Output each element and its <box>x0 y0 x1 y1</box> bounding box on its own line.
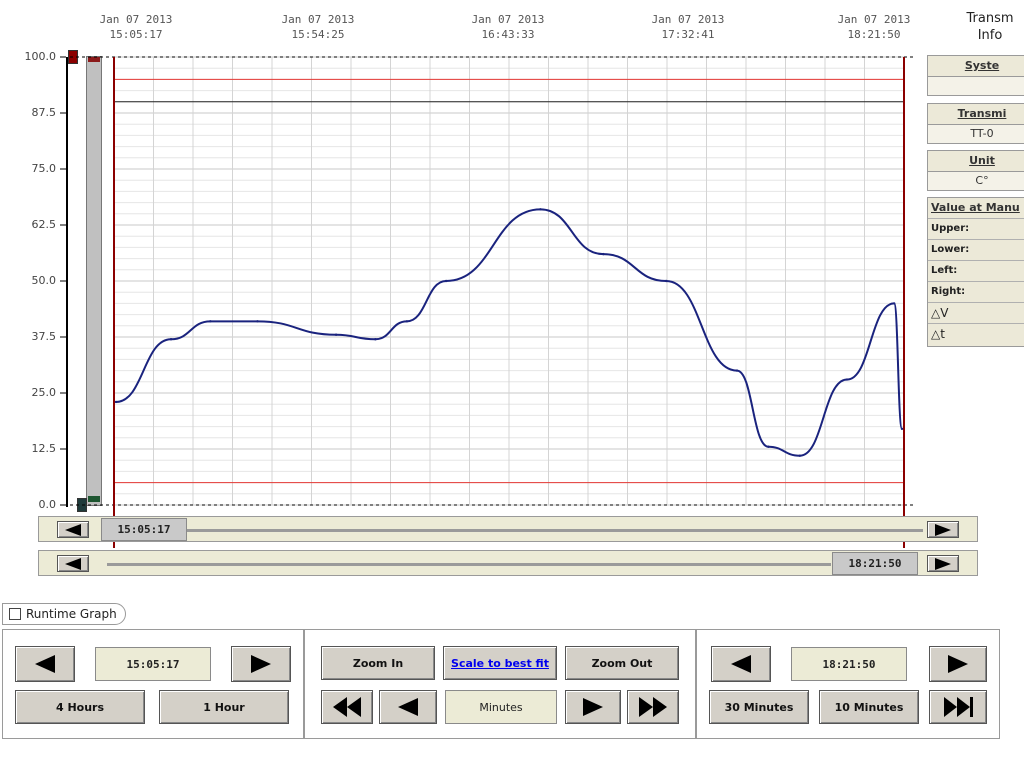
runtime-graph-checkbox[interactable] <box>9 608 21 620</box>
start-prev-button[interactable] <box>15 646 75 682</box>
end-time-field[interactable]: 18:21:50 <box>791 647 907 681</box>
fast-forward-button[interactable] <box>627 690 679 724</box>
end-next-button[interactable] <box>929 646 987 682</box>
fast-back-button[interactable] <box>321 690 373 724</box>
end-prev-button[interactable] <box>711 646 771 682</box>
upper-row: Upper: <box>928 218 1024 239</box>
arrow-left-icon <box>398 698 418 716</box>
system-value <box>928 76 1024 95</box>
arrow-left-icon <box>65 557 81 570</box>
series-point <box>405 320 409 323</box>
jump-to-end-button[interactable] <box>929 690 987 724</box>
series-point <box>767 445 770 448</box>
unit-value: C° <box>928 171 1024 190</box>
start-scroll-left-button[interactable] <box>57 521 89 538</box>
series-point <box>374 338 377 341</box>
manual-value-box: Value at Manu Upper: Lower: Left: Right:… <box>927 197 1024 347</box>
time-unit-field[interactable]: Minutes <box>445 690 557 724</box>
panel-title-line2: Info <box>977 28 1003 43</box>
one-hour-button[interactable]: 1 Hour <box>159 690 289 724</box>
series-point <box>845 378 849 381</box>
trend-chart[interactable] <box>0 0 1024 560</box>
end-scrollbar[interactable]: 18:21:50 <box>38 550 978 576</box>
series-point <box>444 279 448 283</box>
start-next-button[interactable] <box>231 646 291 682</box>
skip-to-end-icon <box>943 697 973 717</box>
end-scroll-track <box>107 563 831 566</box>
arrow-right-icon <box>935 557 951 570</box>
thirty-minutes-button[interactable]: 30 Minutes <box>709 690 809 724</box>
end-scroll-right-button[interactable] <box>927 555 959 572</box>
series-point <box>209 320 212 323</box>
series-point <box>169 338 173 341</box>
transmitter-value: TT-0 <box>928 124 1024 143</box>
system-label: Syste <box>964 59 1000 72</box>
transmitter-box: Transmi TT-0 <box>927 103 1024 144</box>
lower-row: Lower: <box>928 239 1024 260</box>
start-time-field[interactable]: 15:05:17 <box>95 647 211 681</box>
series-point <box>334 333 338 336</box>
arrow-left-icon <box>35 655 55 673</box>
four-hours-button[interactable]: 4 Hours <box>15 690 145 724</box>
zoom-out-button[interactable]: Zoom Out <box>565 646 679 680</box>
unit-label: Unit <box>969 154 995 167</box>
arrow-left-icon <box>65 523 81 536</box>
series-point <box>735 369 739 372</box>
end-scroll-left-button[interactable] <box>57 555 89 572</box>
transmitter-label: Transmi <box>957 107 1007 120</box>
arrow-right-icon <box>935 523 951 536</box>
end-scroll-thumb[interactable]: 18:21:50 <box>832 552 918 575</box>
right-row: Right: <box>928 281 1024 302</box>
delta-t-row: △t <box>928 323 1024 344</box>
left-row: Left: <box>928 260 1024 281</box>
series-point <box>665 279 668 283</box>
series-point <box>892 302 896 305</box>
arrow-right-icon <box>948 655 968 673</box>
runtime-graph-toggle[interactable]: Runtime Graph <box>2 603 126 625</box>
zoom-in-button[interactable]: Zoom In <box>321 646 435 680</box>
arrow-right-icon <box>251 655 271 673</box>
start-scroll-thumb[interactable]: 15:05:17 <box>101 518 187 541</box>
step-back-button[interactable] <box>379 690 437 724</box>
delta-v-row: △V <box>928 302 1024 323</box>
scale-best-fit-label: Scale to best fit <box>451 656 549 670</box>
series-point <box>539 208 542 211</box>
start-scroll-right-button[interactable] <box>927 521 959 538</box>
start-scroll-track <box>187 529 923 532</box>
system-box: Syste <box>927 55 1024 96</box>
runtime-graph-label: Runtime Graph <box>26 607 117 621</box>
arrow-left-icon <box>731 655 751 673</box>
zoom-controls: Zoom In Scale to best fit Zoom Out Minut… <box>304 629 696 739</box>
series-point <box>602 252 605 256</box>
series-point <box>256 320 259 323</box>
panel-title: Transm Info <box>930 10 1024 44</box>
end-time-controls: 18:21:50 30 Minutes 10 Minutes <box>696 629 1000 739</box>
arrow-right-icon <box>583 698 603 716</box>
double-arrow-right-icon <box>639 697 667 717</box>
step-forward-button[interactable] <box>565 690 621 724</box>
double-arrow-left-icon <box>333 697 361 717</box>
series-point <box>900 427 904 431</box>
manual-value-header: Value at Manu <box>931 201 1020 214</box>
panel-title-line1: Transm <box>966 11 1014 26</box>
scale-best-fit-button[interactable]: Scale to best fit <box>443 646 557 680</box>
unit-box: Unit C° <box>927 150 1024 191</box>
start-time-controls: 15:05:17 4 Hours 1 Hour <box>2 629 304 739</box>
start-scrollbar[interactable]: 15:05:17 <box>38 516 978 542</box>
ten-minutes-button[interactable]: 10 Minutes <box>819 690 919 724</box>
series-point <box>798 454 802 457</box>
series-point <box>114 400 118 404</box>
